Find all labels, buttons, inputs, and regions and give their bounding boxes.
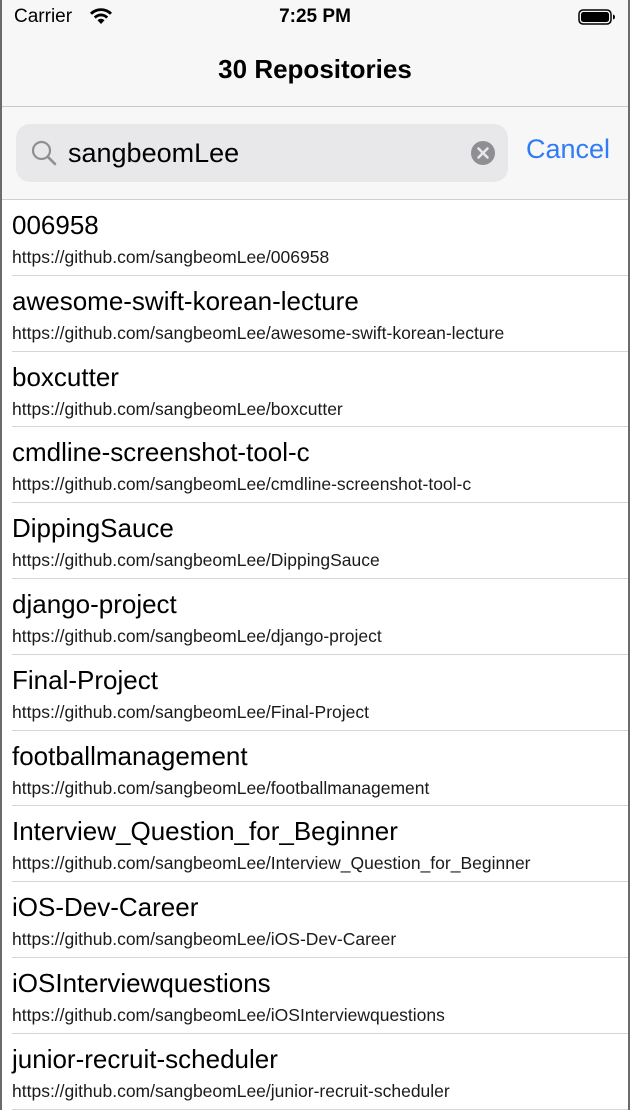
search-bar[interactable] bbox=[16, 124, 508, 182]
search-icon bbox=[31, 140, 57, 166]
page-title: 30 Repositories bbox=[218, 54, 412, 84]
list-item[interactable]: Interview_Question_for_Beginner https://g… bbox=[2, 806, 628, 883]
repository-name: 006958 bbox=[12, 210, 99, 240]
repository-name: Interview_Question_for_Beginner bbox=[12, 816, 398, 847]
repository-name: django-project bbox=[12, 588, 177, 619]
repository-name: boxcutter bbox=[12, 361, 119, 392]
list-item[interactable]: cmdline-screenshot-tool-c https://github.… bbox=[2, 427, 628, 504]
list-item[interactable]: 006958 https://github.com/sangbeomLee/006… bbox=[2, 200, 628, 276]
repository-name: cmdline-screenshot-tool-c bbox=[12, 437, 310, 468]
list-item[interactable]: django-project https://github.com/sangbeo… bbox=[2, 579, 628, 655]
nav-divider bbox=[2, 106, 628, 107]
repository-name: Final-Project bbox=[12, 664, 158, 695]
repository-url: https://github.com/sangbeomLee/iOSInterv… bbox=[12, 1004, 445, 1025]
repository-url: https://github.com/sangbeomLee/Interview… bbox=[12, 853, 531, 874]
repository-name: iOSInterviewquestions bbox=[12, 967, 271, 998]
clock: 7:25 PM bbox=[279, 6, 351, 27]
list-item[interactable]: boxcutter https://github.com/sangbeomLee/… bbox=[2, 352, 628, 428]
battery-icon bbox=[578, 9, 615, 25]
repository-url: https://github.com/sangbeomLee/cmdline-s… bbox=[12, 474, 472, 495]
repository-url: https://github.com/sangbeomLee/django-pr… bbox=[12, 625, 382, 646]
top-chrome: Carrier 7:25 PM 30 Repositories sangbeom… bbox=[2, 0, 628, 200]
row-divider bbox=[12, 1108, 628, 1110]
repository-url: https://github.com/sangbeomLee/Final-Pro… bbox=[12, 701, 369, 722]
list-item[interactable]: iOS-Dev-Career https://github.com/sangbeo… bbox=[2, 882, 628, 958]
repository-url: https://github.com/sangbeomLee/DippingSa… bbox=[12, 550, 380, 571]
list-item[interactable]: iOSInterviewquestions https://github.com/… bbox=[2, 958, 628, 1034]
list-item[interactable]: DippingSauce https://github.com/sangbeomL… bbox=[2, 503, 628, 579]
repository-url: https://github.com/sangbeomLee/iOS-Dev-C… bbox=[12, 929, 397, 950]
repository-url: https://github.com/sangbeomLee/footballm… bbox=[12, 777, 430, 798]
cancel-button[interactable]: Cancel bbox=[526, 134, 610, 165]
app-screen: Carrier 7:25 PM 30 Repositories sangbeom… bbox=[0, 0, 630, 1110]
repository-name: footballmanagement bbox=[12, 740, 248, 771]
search-input[interactable] bbox=[68, 124, 468, 182]
status-bar: Carrier 7:25 PM bbox=[2, 0, 628, 36]
repository-url: https://github.com/sangbeomLee/junior-re… bbox=[12, 1080, 450, 1101]
repository-url: https://github.com/sangbeomLee/006958 bbox=[12, 247, 330, 267]
repository-name: DippingSauce bbox=[12, 513, 174, 544]
repository-name: iOS-Dev-Career bbox=[12, 892, 199, 923]
list-item[interactable]: awesome-swift-korean-lecture https://gith… bbox=[2, 276, 628, 352]
repository-url: https://github.com/sangbeomLee/awesome-s… bbox=[12, 322, 505, 343]
list-item[interactable]: junior-recruit-scheduler https://github.c… bbox=[2, 1034, 628, 1110]
repository-url: https://github.com/sangbeomLee/boxcutter bbox=[12, 398, 343, 419]
clear-icon[interactable] bbox=[470, 140, 496, 166]
list-item[interactable]: Final-Project https://github.com/sangbeom… bbox=[2, 655, 628, 731]
repository-list: 006958 https://github.com/sangbeomLee/006… bbox=[2, 200, 628, 1110]
repository-name: junior-recruit-scheduler bbox=[12, 1043, 278, 1074]
list-item[interactable]: footballmanagement https://github.com/san… bbox=[2, 731, 628, 807]
repository-name: awesome-swift-korean-lecture bbox=[12, 285, 359, 316]
